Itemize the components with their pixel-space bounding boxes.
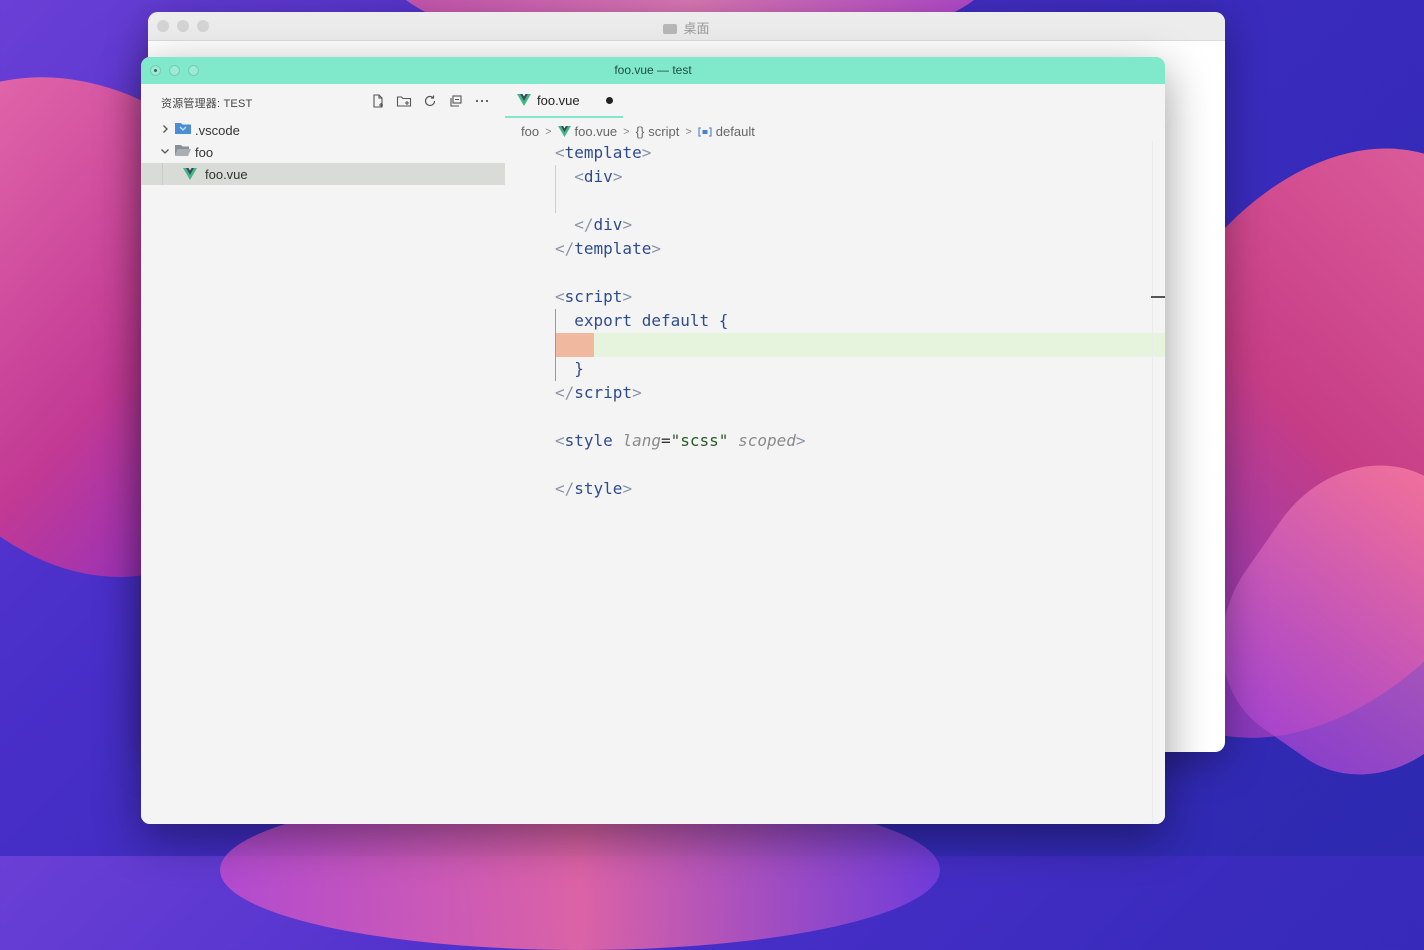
tab-label: foo.vue [537, 92, 580, 108]
breadcrumb-item-foo[interactable]: foo [521, 124, 539, 139]
collapse-all-icon[interactable] [447, 92, 465, 110]
chevron-right-icon: > [685, 125, 692, 138]
more-icon[interactable] [473, 92, 491, 110]
indent-guide [162, 163, 163, 185]
breadcrumb-item-foo-vue[interactable]: foo.vue [575, 124, 618, 139]
explorer-title: 资源管理器: TEST [161, 98, 253, 110]
vue-file-icon [557, 126, 571, 137]
vscode-window: foo.vue — test 资源管理器: TEST .vscode foo f… [141, 57, 1165, 824]
breadcrumb-item-default[interactable]: default [716, 124, 755, 139]
code-line: </style> [555, 479, 633, 498]
code-line: <div> [574, 167, 623, 186]
file-tree: .vscode foo foo.vue [141, 119, 505, 185]
chevron-right-icon [157, 123, 173, 137]
vscode-titlebar: foo.vue — test [141, 57, 1165, 84]
vertical-scrollbar[interactable] [1152, 141, 1165, 824]
tree-item-label: .vscode [195, 122, 240, 138]
tree-item-label: foo.vue [205, 166, 248, 182]
tree-item-foo[interactable]: foo [141, 141, 505, 163]
refresh-icon[interactable] [421, 92, 439, 110]
code-line: </div> [574, 215, 633, 234]
tab-foo-vue[interactable]: foo.vue [505, 84, 623, 118]
symbol-variable-icon [698, 126, 712, 138]
code-line: <template> [555, 143, 652, 162]
vue-file-icon [183, 168, 197, 180]
new-file-icon[interactable] [369, 92, 387, 110]
folder-icon [663, 24, 678, 34]
code-editor[interactable]: <template> <div> </div> </template> <scr… [555, 141, 1151, 501]
editor-area: foo.vue foo > foo.vue > {} script > defa… [505, 84, 1165, 824]
unsaved-dot-icon[interactable] [606, 97, 613, 104]
code-line: } [574, 359, 584, 378]
breadcrumb: foo > foo.vue > {} script > default [521, 124, 755, 139]
code-line: export default { [574, 311, 729, 330]
explorer-header: 资源管理器: TEST [141, 84, 505, 118]
code-line: </script> [555, 383, 642, 402]
overview-ruler-marker [1151, 296, 1165, 298]
code-line: </template> [555, 239, 661, 258]
code-line: <script> [555, 287, 633, 306]
breadcrumb-item-script[interactable]: script [648, 124, 679, 139]
finder-titlebar: 桌面 [148, 12, 1225, 41]
window-title: foo.vue — test [614, 63, 692, 77]
folder-open-icon [175, 144, 191, 160]
tab-bar: foo.vue [505, 84, 1165, 118]
vue-file-icon [517, 94, 531, 106]
tree-item-vscode[interactable]: .vscode [141, 119, 505, 141]
explorer-sidebar: 资源管理器: TEST .vscode foo foo.vue [141, 84, 505, 824]
tree-item-foo-vue[interactable]: foo.vue [141, 163, 505, 185]
code-line: <style lang="scss" scoped> [555, 431, 806, 450]
braces-icon: {} [635, 124, 645, 139]
vscode-folder-icon [175, 122, 191, 138]
code-line-current [555, 333, 1151, 357]
chevron-right-icon: > [623, 125, 630, 138]
explorer-actions [369, 92, 491, 110]
finder-title: 桌面 [148, 18, 1225, 37]
tree-item-label: foo [195, 144, 214, 160]
chevron-right-icon: > [545, 125, 552, 138]
new-folder-icon[interactable] [395, 92, 413, 110]
chevron-down-icon [157, 145, 173, 159]
